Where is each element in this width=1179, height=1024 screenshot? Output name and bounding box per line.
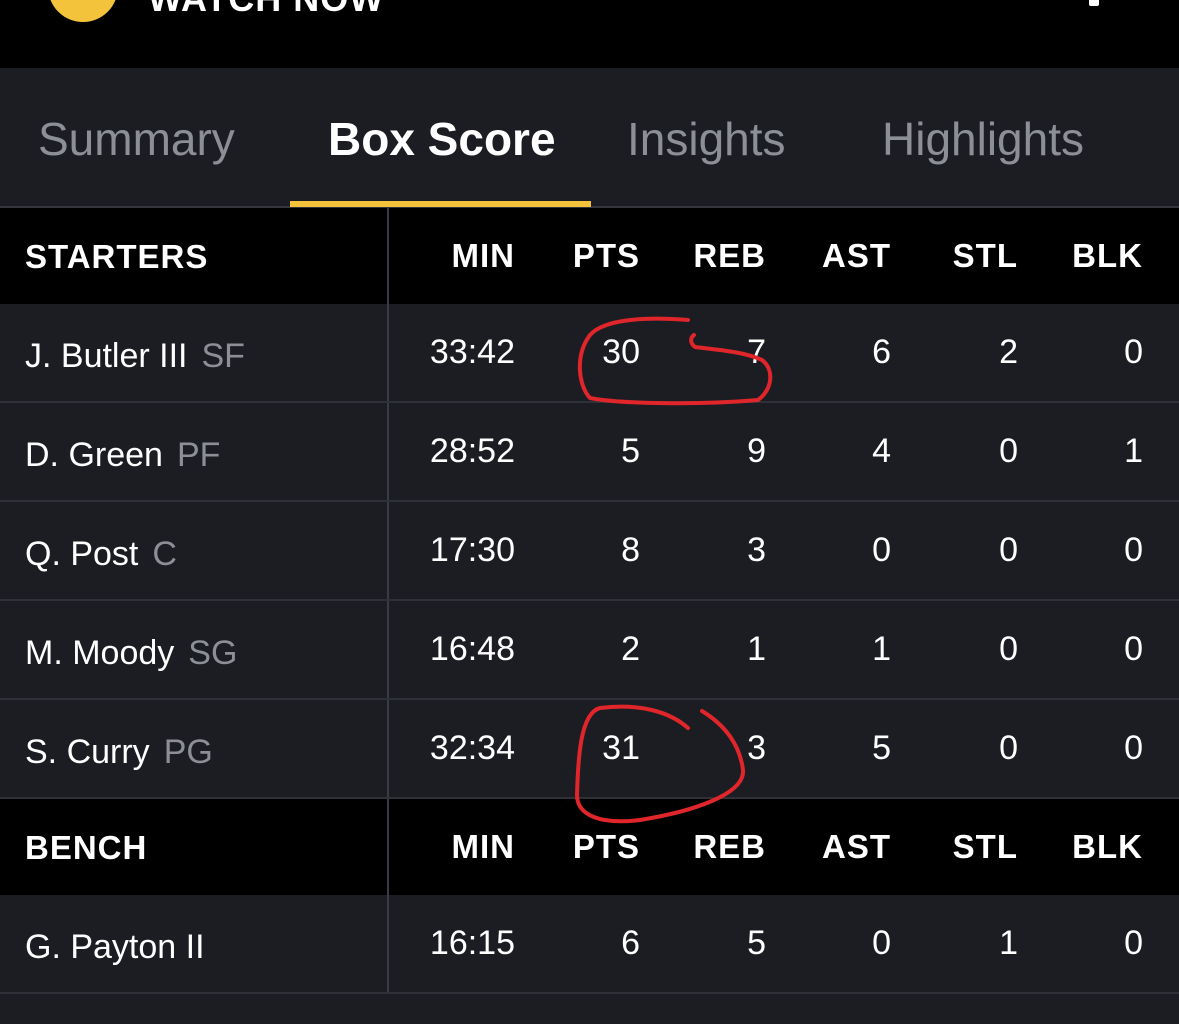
stat-reb: 7	[747, 333, 766, 371]
player-name[interactable]: M. Moody	[25, 634, 174, 672]
tab-highlights[interactable]: Highlights	[882, 112, 1084, 166]
player-position: SG	[188, 634, 238, 672]
starters-section-title: STARTERS	[25, 238, 209, 275]
column-header-min[interactable]: MIN	[389, 799, 515, 895]
player-name[interactable]: D. Green	[25, 436, 163, 474]
player-name-cell: J. Butler III SF	[0, 304, 389, 401]
stat-reb: 9	[747, 432, 766, 470]
player-name[interactable]: J. Butler III	[25, 337, 188, 375]
tab-summary[interactable]: Summary	[38, 112, 235, 166]
column-header-stl[interactable]: STL	[895, 799, 1018, 895]
column-header-pts[interactable]: PTS	[520, 208, 640, 304]
tab-insights[interactable]: Insights	[627, 112, 786, 166]
player-name-group: S. Curry PG	[25, 733, 213, 772]
player-name-cell: D. Green PF	[0, 403, 389, 500]
column-header-blk[interactable]: BLK	[1020, 208, 1143, 304]
player-name[interactable]: Q. Post	[25, 535, 138, 573]
stat-min: 33:42	[429, 333, 515, 371]
stat-min: 17:30	[429, 531, 515, 569]
top-bar: WATCH NOW	[0, 0, 1179, 68]
player-row[interactable]: S. Curry PG 32:34 31 3 5 0 0	[0, 700, 1179, 799]
stat-min: 16:48	[429, 630, 515, 668]
tab-bar: Summary Box Score Insights Highlights	[0, 68, 1179, 208]
watch-now-label[interactable]: WATCH NOW	[148, 0, 384, 20]
column-header-reb[interactable]: REB	[645, 208, 766, 304]
stat-stl: 0	[999, 729, 1018, 767]
player-name-group: J. Butler III SF	[25, 337, 245, 376]
stat-ast: 6	[872, 333, 891, 371]
starters-header-row: STARTERS MIN PTS REB AST STL BLK	[0, 208, 1179, 304]
column-header-pts[interactable]: PTS	[520, 799, 640, 895]
player-name[interactable]: S. Curry	[25, 733, 150, 771]
column-header-stl[interactable]: STL	[895, 208, 1018, 304]
stat-pts: 6	[621, 924, 640, 962]
player-position: PF	[176, 436, 221, 474]
stat-reb: 5	[747, 924, 766, 962]
stat-min: 32:34	[429, 729, 515, 767]
player-row[interactable]: J. Butler III SF 33:42 30 7 6 2 0	[0, 304, 1179, 403]
stat-blk: 0	[1124, 729, 1143, 767]
player-name-group: Q. Post C	[25, 535, 177, 574]
player-position: C	[152, 535, 177, 573]
column-header-reb[interactable]: REB	[645, 799, 766, 895]
player-name-cell: Q. Post C	[0, 502, 389, 599]
stat-ast: 1	[872, 630, 891, 668]
player-name-group: M. Moody SG	[25, 634, 237, 673]
stat-min: 16:15	[429, 924, 515, 962]
stat-blk: 0	[1124, 630, 1143, 668]
player-name-cell: G. Payton II	[0, 895, 389, 992]
stat-reb: 3	[747, 729, 766, 767]
stat-stl: 0	[999, 432, 1018, 470]
player-name-cell: S. Curry PG	[0, 700, 389, 797]
player-row[interactable]: G. Payton II 16:15 6 5 0 1 0	[0, 895, 1179, 994]
column-header-min[interactable]: MIN	[389, 208, 515, 304]
stat-ast: 4	[872, 432, 891, 470]
stat-reb: 3	[747, 531, 766, 569]
stat-stl: 1	[999, 924, 1018, 962]
bench-header-name-cell: BENCH	[0, 799, 389, 895]
player-row[interactable]: M. Moody SG 16:48 2 1 1 0 0	[0, 601, 1179, 700]
player-row[interactable]: Q. Post C 17:30 8 3 0 0 0	[0, 502, 1179, 601]
stat-min: 28:52	[429, 432, 515, 470]
player-row[interactable]: D. Green PF 28:52 5 9 4 0 1	[0, 403, 1179, 502]
stat-ast: 0	[872, 531, 891, 569]
stat-pts: 5	[621, 432, 640, 470]
stat-blk: 0	[1124, 924, 1143, 962]
player-name[interactable]: G. Payton II	[25, 928, 205, 966]
column-header-ast[interactable]: AST	[770, 208, 891, 304]
more-icon[interactable]	[1089, 0, 1099, 6]
player-position: PG	[163, 733, 213, 771]
stat-pts: 2	[621, 630, 640, 668]
stat-ast: 5	[872, 729, 891, 767]
column-header-ast[interactable]: AST	[770, 799, 891, 895]
column-header-blk[interactable]: BLK	[1020, 799, 1143, 895]
bench-header-row: BENCH MIN PTS REB AST STL BLK	[0, 799, 1179, 895]
stat-ast: 0	[872, 924, 891, 962]
stat-blk: 0	[1124, 531, 1143, 569]
play-icon[interactable]	[48, 0, 118, 22]
player-name-group: D. Green PF	[25, 436, 220, 475]
box-score-table: STARTERS MIN PTS REB AST STL BLK J. Butler III S…	[0, 208, 1179, 994]
stat-stl: 0	[999, 630, 1018, 668]
stat-stl: 0	[999, 531, 1018, 569]
tab-box-score[interactable]: Box Score	[328, 112, 556, 166]
stat-blk: 1	[1124, 432, 1143, 470]
stat-pts: 31	[602, 729, 640, 767]
box-score-screen: WATCH NOW Summary Box Score Insights Hig…	[0, 0, 1179, 1024]
starters-header-name-cell: STARTERS	[0, 208, 389, 304]
active-tab-indicator	[290, 201, 591, 207]
stat-pts: 8	[621, 531, 640, 569]
stat-blk: 0	[1124, 333, 1143, 371]
stat-pts: 30	[602, 333, 640, 371]
stat-stl: 2	[999, 333, 1018, 371]
player-name-group: G. Payton II	[25, 928, 219, 967]
bench-section-title: BENCH	[25, 829, 148, 866]
player-name-cell: M. Moody SG	[0, 601, 389, 698]
stat-reb: 1	[747, 630, 766, 668]
player-position: SF	[201, 337, 245, 375]
